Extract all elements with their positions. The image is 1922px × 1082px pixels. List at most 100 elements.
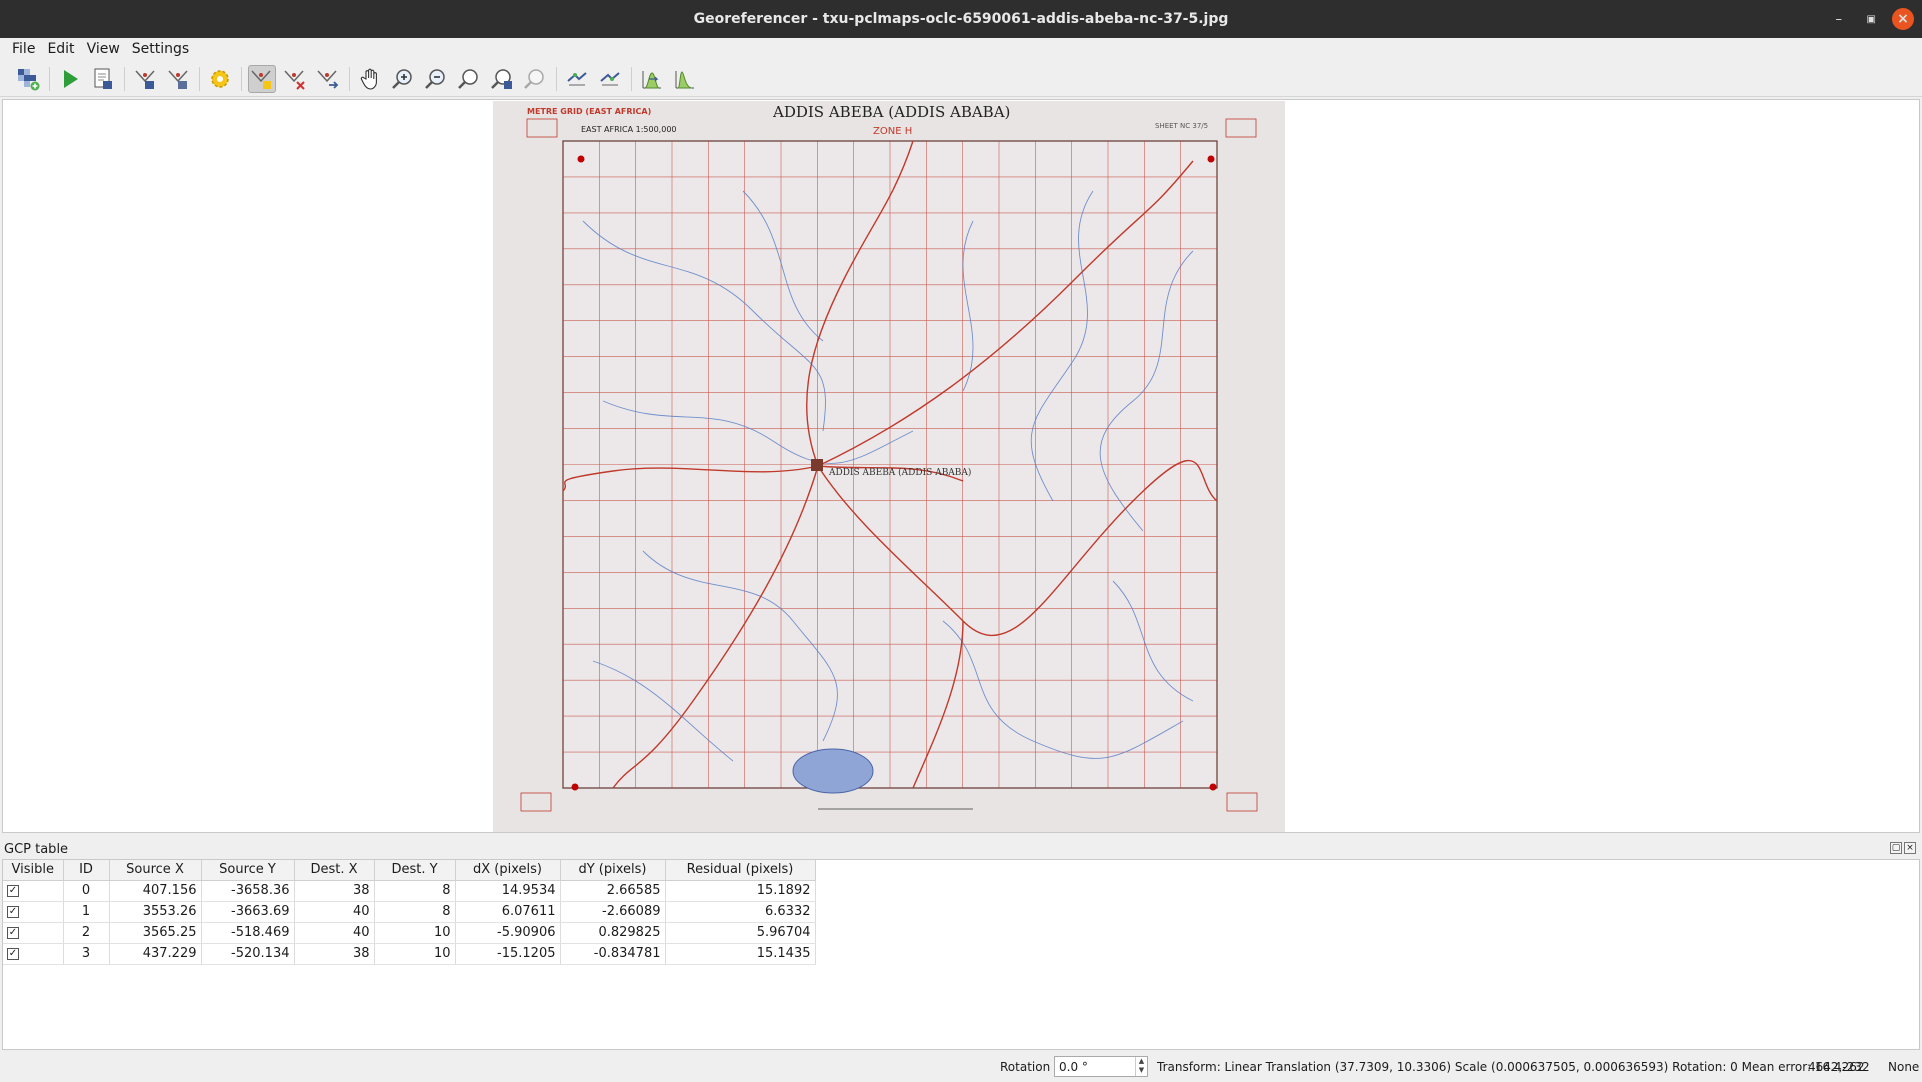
- cell-source-x[interactable]: 437.229: [109, 943, 202, 965]
- table-row[interactable]: ✓ 3 437.229 -520.134 38 10 -15.1205 -0.8…: [3, 943, 816, 965]
- gcp-panel-header: GCP table: [0, 839, 1922, 859]
- cell-dx: 6.07611: [455, 901, 561, 923]
- cell-source-x[interactable]: 407.156: [109, 880, 202, 902]
- rotation-value[interactable]: 0.0 °: [1059, 1060, 1088, 1074]
- close-panel-icon[interactable]: ×: [1904, 842, 1916, 854]
- minimize-icon: –: [1835, 11, 1843, 27]
- cell-id: 2: [63, 922, 110, 944]
- toolbar-separator: [199, 66, 200, 91]
- map-sheet: SHEET NC 37/5: [1155, 122, 1208, 130]
- link-qgis-to-georeferencer-button[interactable]: [596, 65, 624, 93]
- table-row[interactable]: ✓ 0 407.156 -3658.36 38 8 14.9534 2.6658…: [3, 880, 816, 902]
- save-gcp-points-icon: [168, 69, 188, 89]
- cell-residual: 5.96704: [665, 922, 816, 944]
- zoom-out-button[interactable]: [422, 65, 450, 93]
- gcp-marker[interactable]: [571, 783, 579, 791]
- gcp-marker[interactable]: [1209, 783, 1217, 791]
- menu-settings[interactable]: Settings: [126, 41, 195, 57]
- column-header-source-x[interactable]: Source X: [109, 860, 202, 881]
- move-gcp-point-icon: [317, 69, 339, 89]
- toolbar-separator: [124, 66, 125, 91]
- close-button[interactable]: ×: [1892, 0, 1914, 38]
- table-row[interactable]: ✓ 1 3553.26 -3663.69 40 8 6.07611 -2.660…: [3, 901, 816, 923]
- link-georeferencer-to-qgis-icon: [567, 71, 587, 85]
- map-grid-label: METRE GRID (EAST AFRICA): [527, 107, 651, 116]
- local-histogram-stretch-icon: [675, 70, 694, 88]
- cell-id: 3: [63, 943, 110, 965]
- zoom-last-icon: [491, 68, 512, 89]
- column-header-dest-y[interactable]: Dest. Y: [374, 860, 456, 881]
- save-gcp-points-button[interactable]: [164, 65, 192, 93]
- cell-dx: -15.1205: [455, 943, 561, 965]
- gcp-panel-title: GCP table: [4, 841, 69, 857]
- column-header-visible[interactable]: Visible: [3, 860, 64, 881]
- cell-dest-x[interactable]: 40: [294, 901, 375, 923]
- crs-indicator[interactable]: None: [1888, 1060, 1919, 1074]
- zoom-in-button[interactable]: [389, 65, 417, 93]
- add-point-button[interactable]: [248, 64, 276, 93]
- visible-checkbox[interactable]: ✓: [7, 884, 19, 897]
- link-georeferencer-to-qgis-button[interactable]: [563, 65, 591, 93]
- cell-source-x[interactable]: 3565.25: [109, 922, 202, 944]
- load-gcp-points-button[interactable]: [131, 65, 159, 93]
- raster-map-image[interactable]: ADDIS ABEBA (ADDIS ABABA) METRE GRID (EA…: [493, 101, 1285, 832]
- visible-checkbox[interactable]: ✓: [7, 905, 19, 918]
- pan-button[interactable]: [356, 65, 384, 93]
- menu-file[interactable]: File: [6, 41, 41, 57]
- full-histogram-stretch-icon: [642, 70, 661, 88]
- map-drawing: ADDIS ABEBA (ADDIS ABABA) METRE GRID (EA…: [493, 101, 1285, 832]
- column-header-dest-x[interactable]: Dest. X: [294, 860, 375, 881]
- generate-gdal-script-button[interactable]: [89, 65, 117, 93]
- column-header-source-y[interactable]: Source Y: [201, 860, 295, 881]
- move-gcp-point-button[interactable]: [314, 65, 342, 93]
- zoom-to-layer-button[interactable]: [455, 65, 483, 93]
- cell-dy: 2.66585: [560, 880, 666, 902]
- column-header-dx[interactable]: dX (pixels): [455, 860, 561, 881]
- georeferencer-canvas[interactable]: ADDIS ABEBA (ADDIS ABABA) METRE GRID (EA…: [2, 99, 1920, 833]
- map-city-label: ADDIS ABEBA (ADDIS ABABA): [828, 467, 971, 478]
- column-header-residual[interactable]: Residual (pixels): [665, 860, 816, 881]
- cell-dest-x[interactable]: 38: [294, 943, 375, 965]
- open-raster-button[interactable]: [14, 65, 42, 93]
- cell-source-y[interactable]: -3658.36: [201, 880, 295, 902]
- menu-view[interactable]: View: [81, 41, 126, 57]
- visible-checkbox[interactable]: ✓: [7, 926, 19, 939]
- zoom-next-button[interactable]: [521, 65, 549, 93]
- cell-dest-y[interactable]: 8: [374, 901, 456, 923]
- maximize-icon: ▣: [1866, 13, 1876, 25]
- cell-dest-y[interactable]: 8: [374, 880, 456, 902]
- column-header-dy[interactable]: dY (pixels): [560, 860, 666, 881]
- full-histogram-stretch-button[interactable]: [638, 65, 666, 93]
- local-histogram-stretch-button[interactable]: [671, 65, 699, 93]
- cell-source-y[interactable]: -520.134: [201, 943, 295, 965]
- cell-source-y[interactable]: -3663.69: [201, 901, 295, 923]
- maximize-button[interactable]: ▣: [1867, 0, 1876, 38]
- gcp-table-area: Visible ID Source X Source Y Dest. X Des…: [2, 859, 1920, 1050]
- gcp-marker[interactable]: [577, 155, 585, 163]
- zoom-last-button[interactable]: [488, 65, 516, 93]
- cell-source-x[interactable]: 3553.26: [109, 901, 202, 923]
- cell-dest-y[interactable]: 10: [374, 943, 456, 965]
- gcp-marker[interactable]: [1207, 155, 1215, 163]
- table-row[interactable]: ✓ 2 3565.25 -518.469 40 10 -5.90906 0.82…: [3, 922, 816, 944]
- cell-dest-x[interactable]: 38: [294, 880, 375, 902]
- menu-edit[interactable]: Edit: [41, 41, 80, 57]
- minimize-button[interactable]: –: [1836, 0, 1843, 38]
- cell-dest-y[interactable]: 10: [374, 922, 456, 944]
- cell-source-y[interactable]: -518.469: [201, 922, 295, 944]
- delete-point-button[interactable]: [281, 65, 309, 93]
- visible-checkbox[interactable]: ✓: [7, 947, 19, 960]
- zoom-next-icon: [524, 68, 544, 89]
- rotation-spinbox[interactable]: 0.0 ° ▲ ▼: [1054, 1056, 1148, 1077]
- toolbar-separator: [556, 66, 557, 91]
- start-georeferencing-button[interactable]: [56, 65, 84, 93]
- cell-dest-x[interactable]: 40: [294, 922, 375, 944]
- transformation-settings-icon: [211, 69, 229, 88]
- close-icon: ×: [1892, 8, 1914, 30]
- map-zone: ZONE H: [873, 126, 912, 137]
- spin-arrows-icon[interactable]: ▲ ▼: [1135, 1057, 1147, 1076]
- link-qgis-to-georeferencer-icon: [600, 71, 620, 85]
- float-panel-icon[interactable]: ▢: [1890, 842, 1902, 854]
- transformation-settings-button[interactable]: [206, 65, 234, 93]
- column-header-id[interactable]: ID: [63, 860, 110, 881]
